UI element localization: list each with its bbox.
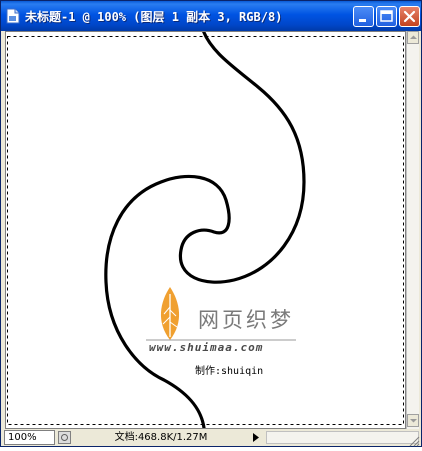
minimize-icon <box>359 19 366 22</box>
minimize-button[interactable] <box>353 6 374 27</box>
play-arrow-icon <box>253 433 259 442</box>
maximize-button[interactable] <box>376 6 397 27</box>
resize-grip-icon[interactable] <box>407 432 420 447</box>
close-icon <box>403 10 416 23</box>
status-bar: 100% 文档:468.8K/1.27M <box>4 430 421 445</box>
arrow-down-icon <box>410 419 417 423</box>
maximize-icon <box>380 10 393 22</box>
horizontal-scrollbar[interactable] <box>266 431 419 444</box>
scroll-down-button[interactable] <box>407 414 419 427</box>
window-title: 未标题-1 @ 100% (图层 1 副本 3, RGB/8) <box>25 10 283 24</box>
credit-text: 制作:shuiqin <box>195 366 264 377</box>
brand-text: 网页织梦 <box>198 308 294 332</box>
status-menu-icon[interactable] <box>58 431 71 444</box>
photoshop-document-window: 未标题-1 @ 100% (图层 1 副本 3, RGB/8) 网页织梦 www… <box>0 0 422 447</box>
document-canvas[interactable]: 网页织梦 www.shuimaa.com 制作:shuiqin <box>5 31 406 429</box>
title-bar[interactable]: 未标题-1 @ 100% (图层 1 副本 3, RGB/8) <box>1 1 421 31</box>
document-size-info: 文档:468.8K/1.27M <box>114 432 208 443</box>
leaf-logo <box>160 287 180 340</box>
scroll-up-button[interactable] <box>407 31 419 44</box>
close-button[interactable] <box>399 6 420 27</box>
zoom-level-field[interactable]: 100% <box>4 430 55 445</box>
document-icon <box>6 8 20 24</box>
arrow-up-icon <box>410 35 417 39</box>
vertical-scrollbar[interactable] <box>406 31 419 429</box>
status-info-menu-button[interactable] <box>250 431 262 444</box>
brand-url: www.shuimaa.com <box>149 341 264 354</box>
